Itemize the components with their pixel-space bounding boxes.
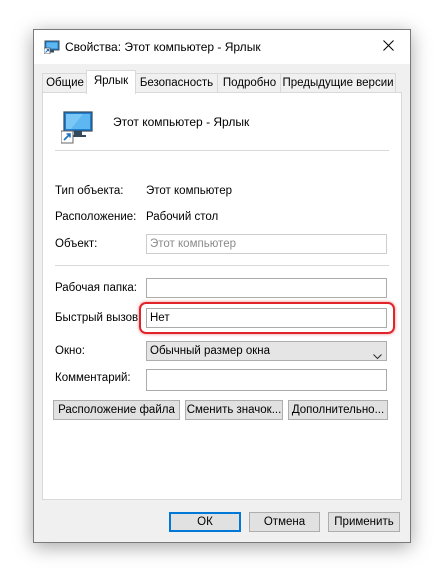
run-select[interactable]: Обычный размер окна: [146, 341, 387, 361]
tab-details[interactable]: Подробно: [217, 73, 282, 93]
chevron-down-icon: [373, 348, 382, 366]
ok-button[interactable]: ОК: [169, 512, 241, 532]
cancel-button[interactable]: Отмена: [249, 512, 320, 532]
change-icon-button[interactable]: Сменить значок...: [185, 400, 283, 420]
comment-field[interactable]: [146, 369, 387, 391]
properties-dialog: Свойства: Этот компьютер - Ярлык Общие Я…: [33, 29, 411, 543]
object-type-value: Этот компьютер: [146, 185, 232, 197]
object-type-label: Тип объекта:: [55, 185, 124, 197]
apply-button[interactable]: Применить: [328, 512, 400, 532]
tab-previous-versions[interactable]: Предыдущие версии: [280, 73, 396, 93]
tab-strip: Общие Ярлык Безопасность Подробно Предыд…: [42, 70, 402, 94]
close-button[interactable]: [366, 30, 410, 64]
shortcut-computer-icon: [43, 40, 60, 55]
open-file-location-button[interactable]: Расположение файла: [53, 400, 180, 420]
shortcut-computer-icon: [60, 109, 95, 145]
location-label: Расположение:: [55, 211, 137, 223]
target-label: Объект:: [55, 238, 98, 250]
run-select-value: Обычный размер окна: [150, 345, 271, 357]
tab-shortcut[interactable]: Ярлык: [86, 70, 136, 94]
run-label: Окно:: [55, 345, 85, 357]
separator: [55, 150, 389, 151]
tab-general[interactable]: Общие: [42, 73, 88, 93]
shortcut-name: Этот компьютер - Ярлык: [113, 115, 250, 129]
highlight-outline: [139, 302, 395, 334]
window-title: Свойства: Этот компьютер - Ярлык: [65, 40, 261, 54]
advanced-button[interactable]: Дополнительно...: [288, 400, 388, 420]
shortcut-panel: Этот компьютер - Ярлык Тип объекта: Этот…: [42, 92, 402, 500]
comment-label: Комментарий:: [55, 372, 131, 384]
close-icon: [382, 40, 394, 54]
workdir-field[interactable]: [146, 278, 387, 298]
title-bar: Свойства: Этот компьютер - Ярлык: [34, 30, 410, 64]
tab-security[interactable]: Безопасность: [134, 73, 219, 93]
hotkey-label: Быстрый вызов:: [55, 312, 142, 324]
workdir-label: Рабочая папка:: [55, 282, 137, 294]
separator: [55, 265, 389, 266]
location-value: Рабочий стол: [146, 211, 219, 223]
target-field: Этот компьютер: [146, 234, 387, 254]
